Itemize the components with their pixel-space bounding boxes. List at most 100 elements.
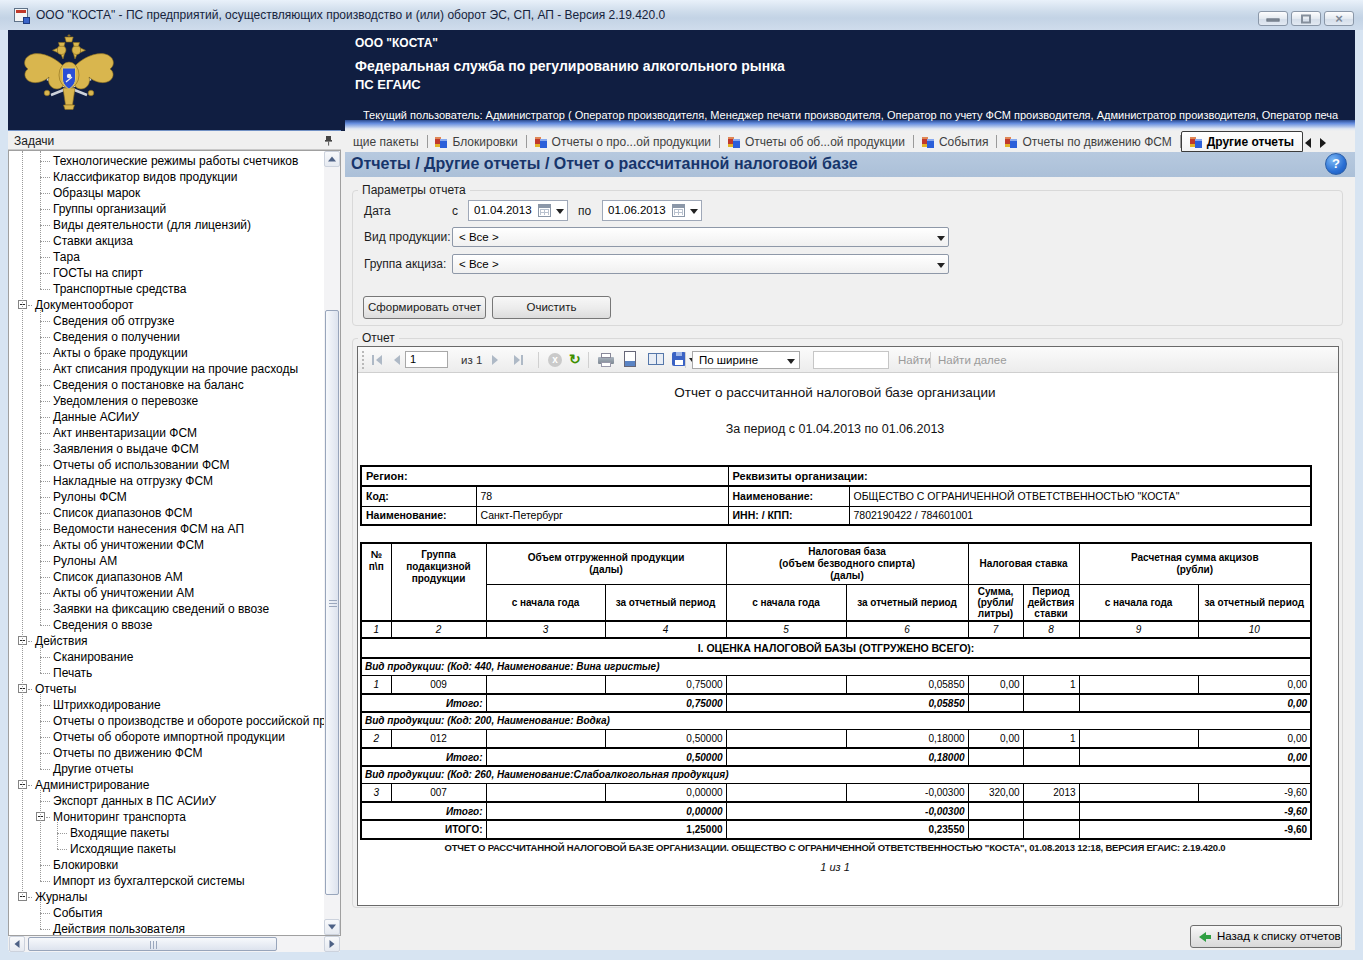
date-to-input[interactable]: 01.06.2013 [602, 200, 702, 221]
header-service-name: Федеральная служба по регулированию алко… [355, 58, 785, 74]
tab-item-3[interactable]: Отчеты об об...ой продукции [720, 131, 913, 152]
tree-item[interactable]: Акты об уничтожении АМ [9, 585, 324, 601]
tree-item[interactable]: Сведения о ввозе [9, 617, 324, 633]
tree-item[interactable]: Отчеты об использовании ФСМ [9, 457, 324, 473]
tab-item-1[interactable]: Блокировки [427, 131, 525, 152]
minimize-button[interactable] [1258, 11, 1288, 26]
title-bar[interactable]: ООО "КОСТА" - ПС предприятий, осуществля… [0, 0, 1363, 30]
tab-item-4[interactable]: События [914, 131, 997, 152]
vscroll-thumb[interactable] [325, 310, 339, 895]
tree-item[interactable]: Импорт из бухгалтерской системы [9, 873, 324, 889]
export-save-icon[interactable] [672, 352, 686, 366]
find-next-button[interactable]: Найти далее [938, 354, 1007, 366]
tab-item-0[interactable]: щие пакеты [345, 131, 427, 152]
excise-group-combo[interactable]: < Все > [452, 254, 949, 274]
first-page-icon[interactable] [372, 355, 374, 365]
stop-icon[interactable]: x [548, 353, 562, 367]
dropdown-arrow-icon[interactable] [937, 263, 945, 268]
tree-item[interactable]: Тара [9, 249, 324, 265]
first-page-icon[interactable] [376, 355, 382, 365]
tree-item[interactable]: Экспорт данных в ПС АСИиУ [9, 793, 324, 809]
find-button[interactable]: Найти [898, 354, 931, 366]
dropdown-arrow-icon[interactable] [787, 359, 795, 364]
pin-icon[interactable] [323, 135, 334, 146]
tree-item[interactable]: События [9, 905, 324, 921]
scroll-left-icon[interactable] [9, 936, 25, 952]
dropdown-arrow-icon[interactable] [937, 236, 945, 241]
tree-item[interactable]: Отчеты по движению ФСМ [9, 745, 324, 761]
tree-item[interactable]: Рулоны ФСМ [9, 489, 324, 505]
help-icon[interactable]: ? [1325, 153, 1347, 175]
generate-report-button[interactable]: Сформировать отчет [363, 296, 486, 319]
tree-item[interactable]: Акт списания продукции на прочие расходы [9, 361, 324, 377]
tree-item[interactable]: Ведомости нанесения ФСМ на АП [9, 521, 324, 537]
scroll-up-icon[interactable] [324, 151, 340, 167]
tree-item[interactable]: Акт инвентаризации ФСМ [9, 425, 324, 441]
tree-item[interactable]: ГОСТы на спирт [9, 265, 324, 281]
last-page-icon[interactable] [521, 355, 523, 365]
tree-item[interactable]: Сведения об отгрузке [9, 313, 324, 329]
tree-item[interactable]: Ставки акциза [9, 233, 324, 249]
tree-item[interactable]: Документооборот [9, 297, 324, 313]
tree-item[interactable]: Администрирование [9, 777, 324, 793]
product-type-combo[interactable]: < Все > [452, 227, 949, 247]
print-preview-icon[interactable] [648, 353, 664, 365]
clear-button[interactable]: Очистить [492, 296, 611, 319]
tree-horizontal-scrollbar[interactable] [9, 936, 340, 952]
dropdown-arrow-icon[interactable] [690, 209, 698, 214]
tree-item[interactable]: Накладные на отгрузку ФСМ [9, 473, 324, 489]
dropdown-arrow-icon[interactable] [556, 209, 564, 214]
print-icon[interactable] [598, 352, 614, 368]
tab-item-6[interactable]: Другие отчеты [1181, 131, 1303, 152]
last-page-icon[interactable] [514, 355, 520, 365]
tree-item[interactable]: Печать [9, 665, 324, 681]
tree-item[interactable]: Сканирование [9, 649, 324, 665]
tree-item[interactable]: Отчеты [9, 681, 324, 697]
next-page-icon[interactable] [492, 355, 498, 365]
tree-item[interactable]: Акты о браке продукции [9, 345, 324, 361]
tree-item[interactable]: Заявки на фиксацию сведений о ввозе [9, 601, 324, 617]
tree-item[interactable]: Другие отчеты [9, 761, 324, 777]
tree-item[interactable]: Отчеты о производстве и обороте российск… [9, 713, 324, 729]
back-to-reports-button[interactable]: Назад к списку отчетов [1190, 925, 1342, 948]
tree-item[interactable]: Данные АСИиУ [9, 409, 324, 425]
tree-item[interactable]: Классификатор видов продукции [9, 169, 324, 185]
tree-item[interactable]: Штрихкодирование [9, 697, 324, 713]
tree-item[interactable]: Список диапазонов АМ [9, 569, 324, 585]
tree-item[interactable]: Список диапазонов ФСМ [9, 505, 324, 521]
tree-vertical-scrollbar[interactable] [324, 151, 340, 935]
date-from-input[interactable]: 01.04.2013 [468, 200, 568, 221]
tree-item[interactable]: Действия [9, 633, 324, 649]
tab-item-2[interactable]: Отчеты о про...ой продукции [527, 131, 720, 152]
tree-item[interactable]: Сведения о постановке на баланс [9, 377, 324, 393]
tabs-scroll-right-icon[interactable] [1320, 138, 1326, 148]
search-input[interactable] [813, 351, 889, 369]
report-period: За период с 01.04.2013 по 01.06.2013 [360, 422, 1310, 436]
tree-item[interactable]: Отчеты об обороте импортной продукции [9, 729, 324, 745]
page-number-input[interactable]: 1 [405, 351, 448, 368]
tree-item[interactable]: Блокировки [9, 857, 324, 873]
tree-item[interactable]: Группы организаций [9, 201, 324, 217]
tree-item[interactable]: Технологические режимы работы счетчиков [9, 153, 324, 169]
tabs-scroll-left-icon[interactable] [1305, 138, 1311, 148]
tree-item[interactable]: Акты об уничтожении ФСМ [9, 537, 324, 553]
tree-item[interactable]: Образцы марок [9, 185, 324, 201]
tree-item[interactable]: Рулоны АМ [9, 553, 324, 569]
tree-item[interactable]: Сведения о получении [9, 329, 324, 345]
maximize-button[interactable] [1291, 11, 1321, 26]
tree-item[interactable]: Транспортные средства [9, 281, 324, 297]
scroll-down-icon[interactable] [324, 919, 340, 935]
tree-item[interactable]: Виды деятельности (для лицензий) [9, 217, 324, 233]
refresh-icon[interactable]: ↻ [569, 351, 581, 367]
tree-item[interactable]: Уведомления о перевозке [9, 393, 324, 409]
tree-item[interactable]: Действия пользователя [9, 921, 324, 935]
zoom-combo[interactable]: По ширине [692, 351, 800, 369]
close-button[interactable]: × [1324, 11, 1354, 26]
tree-item[interactable]: Заявления о выдаче ФСМ [9, 441, 324, 457]
tab-item-5[interactable]: Отчеты по движению ФСМ [997, 131, 1179, 152]
scroll-right-icon[interactable] [324, 936, 340, 952]
page-setup-icon[interactable] [624, 351, 636, 367]
tree-item[interactable]: Журналы [9, 889, 324, 905]
hscroll-thumb[interactable] [28, 937, 277, 951]
prev-page-icon[interactable] [394, 355, 400, 365]
